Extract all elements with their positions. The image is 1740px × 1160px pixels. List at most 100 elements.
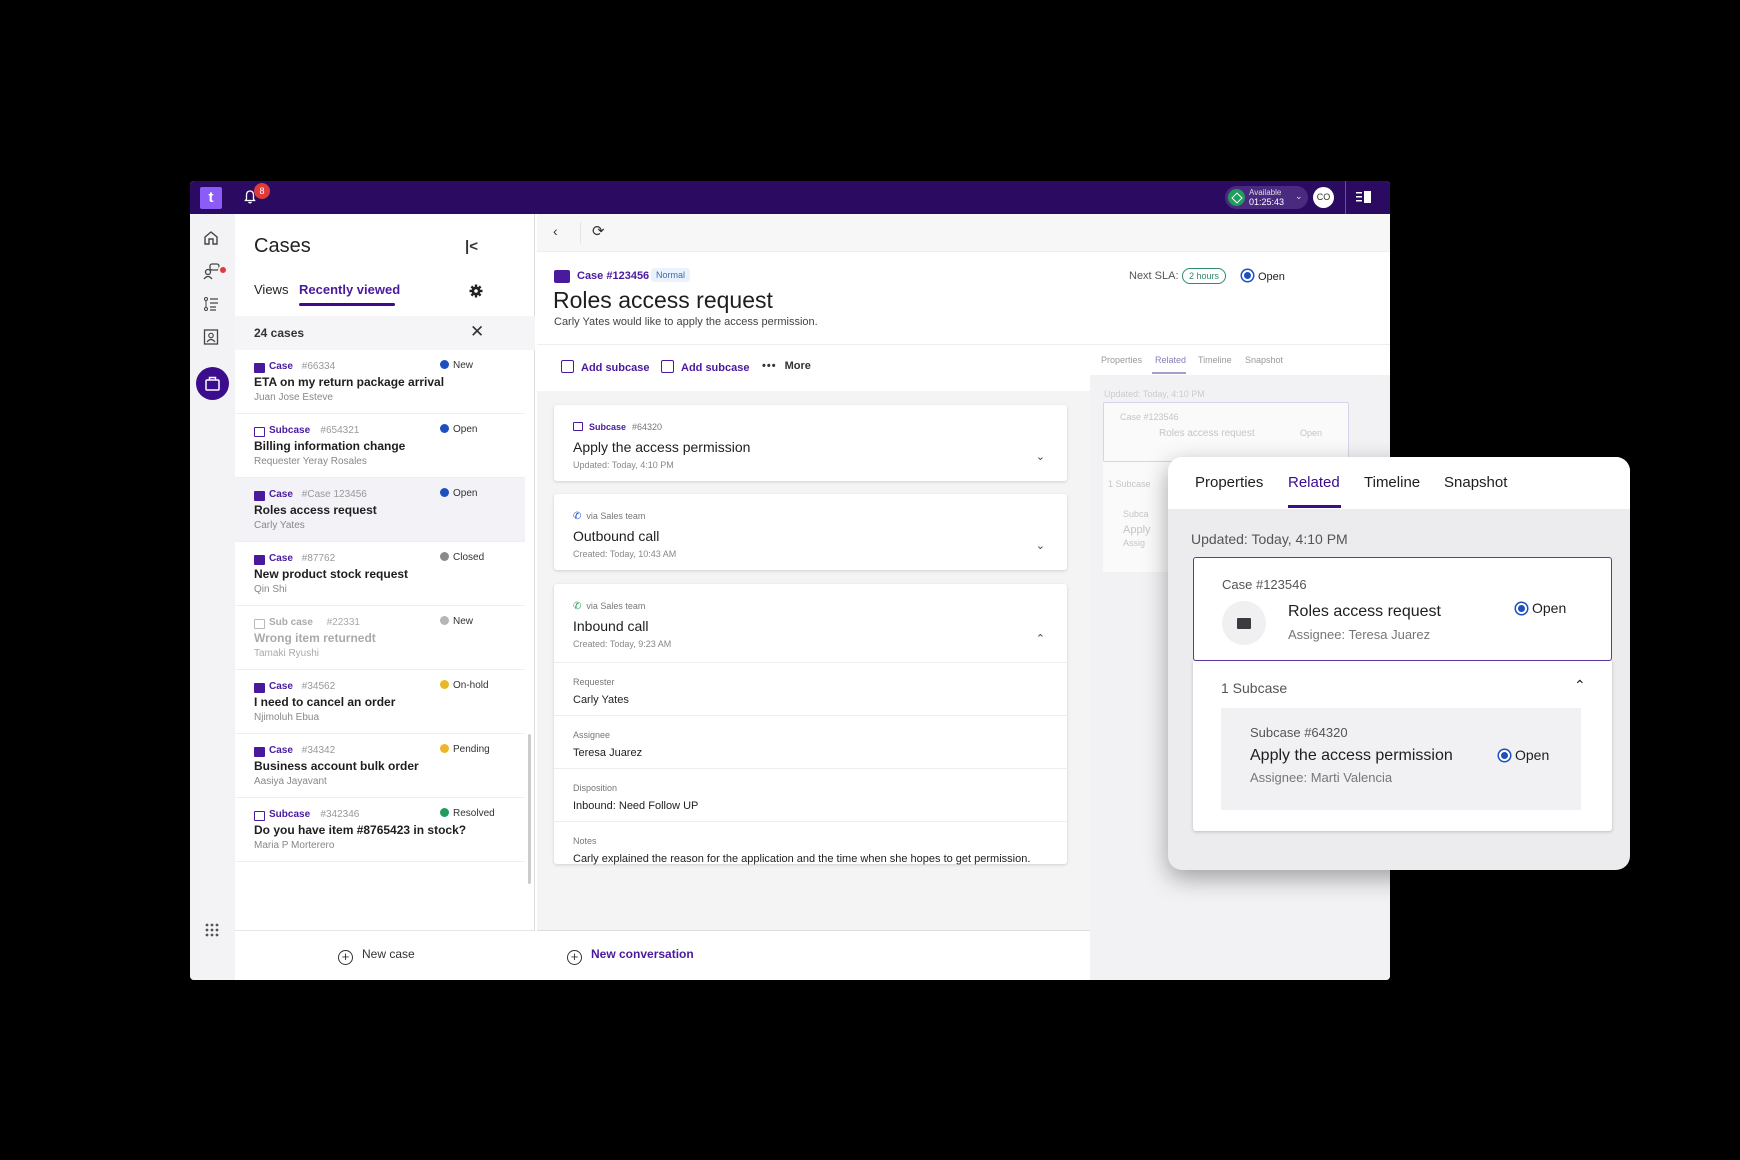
side-case-id: Case #123546 <box>1120 412 1179 422</box>
popup-tab-properties[interactable]: Properties <box>1195 474 1263 491</box>
item-kind: Sub case <box>269 617 313 628</box>
topbar-divider <box>1345 181 1346 214</box>
item-number: #87762 <box>301 553 336 564</box>
status-dot-icon <box>440 424 449 433</box>
item-person: Carly Yates <box>254 520 305 531</box>
item-status: Open <box>440 488 477 499</box>
item-person: Qin Shi <box>254 584 287 595</box>
tab-recently-viewed[interactable]: Recently viewed <box>299 282 400 297</box>
case-list-item[interactable]: Case #Case 123456 Roles access request Carl… <box>235 478 525 542</box>
user-avatar[interactable]: CO <box>1313 187 1334 208</box>
card-title: Apply the access permission <box>573 439 751 455</box>
home-icon[interactable] <box>202 229 222 249</box>
side-panel-toggle-icon[interactable] <box>1356 191 1371 203</box>
outbound-call-card[interactable]: ✆ via Sales team Outbound call Created: T… <box>554 494 1067 570</box>
case-description: Carly Yates would like to apply the acce… <box>554 316 818 328</box>
item-title: I need to cancel an order <box>254 695 396 709</box>
cases-panel: Cases |< Views Recently viewed 24 cases … <box>235 214 535 980</box>
case-list-item[interactable]: Case #87762 New product stock request Qin S… <box>235 542 525 606</box>
field-assignee: Assignee Teresa Juarez <box>554 715 1067 768</box>
field-notes: Notes Carly explained the reason for the… <box>554 821 1067 874</box>
side-subcase-id: Subca <box>1123 509 1149 519</box>
close-icon[interactable]: ✕ <box>470 322 484 342</box>
related-subcase-card[interactable]: Subcase #64320 Apply the access permissi… <box>1221 708 1581 810</box>
side-tab-timeline[interactable]: Timeline <box>1198 355 1232 365</box>
item-kind: Case <box>269 681 293 692</box>
item-kind: Case <box>269 553 293 564</box>
case-list-item[interactable]: Sub case #22331 Wrong item returnedt Tamaki… <box>235 606 525 670</box>
popup-tab-related[interactable]: Related <box>1288 474 1340 491</box>
gear-icon[interactable] <box>469 284 483 298</box>
popup-tab-snapshot[interactable]: Snapshot <box>1444 474 1507 491</box>
new-case-button[interactable]: + New case <box>235 930 535 980</box>
popup-tab-timeline[interactable]: Timeline <box>1364 474 1420 491</box>
item-person: Tamaki Ryushi <box>254 648 320 659</box>
item-person: Juan Jose Esteve <box>254 392 333 403</box>
item-kind: Subcase <box>269 425 311 436</box>
popup-active-tab-indicator <box>1288 505 1341 508</box>
case-icon <box>254 491 265 501</box>
card-time: Created: Today, 10:43 AM <box>573 549 677 559</box>
item-person: Njimoluh Ebua <box>254 712 320 723</box>
item-status: New <box>440 360 473 371</box>
apps-grid-icon[interactable] <box>204 922 220 938</box>
back-arrow-icon[interactable]: ‹ <box>553 223 558 239</box>
app-logo[interactable]: t <box>200 187 222 209</box>
more-button[interactable]: ••• More <box>762 360 811 372</box>
side-subcase-assignee: Assig <box>1123 538 1146 548</box>
item-person: Maria P Morterero <box>254 840 335 851</box>
refresh-icon[interactable]: ⟳ <box>592 222 605 240</box>
case-list-item[interactable]: Case #34562 I need to cancel an order Njimo… <box>235 670 525 734</box>
item-status: Closed <box>440 552 484 563</box>
related-case-card[interactable]: Case #123546 Roles access request Assign… <box>1193 557 1612 661</box>
card-number: #64320 <box>632 422 663 432</box>
field-label: Disposition <box>573 783 618 793</box>
availability-dropdown[interactable]: Available 01:25:43 ⌄ <box>1225 186 1308 209</box>
related-subcase-assignee: Assignee: Marti Valencia <box>1250 770 1393 785</box>
case-list-item[interactable]: Case #34342 Business account bulk order Aas… <box>235 734 525 798</box>
field-value: Inbound: Need Follow UP <box>573 800 699 812</box>
case-list-item[interactable]: Case #66334 ETA on my return package arriv… <box>235 350 525 414</box>
conversations-badge <box>218 265 228 275</box>
subcase-icon <box>254 619 265 629</box>
card-time: Updated: Today, 4:10 PM <box>573 460 674 470</box>
case-list-item[interactable]: Subcase #342346 Do you have item #8765423 … <box>235 798 525 862</box>
side-related-case[interactable]: Case #123546 Roles access request Open <box>1103 402 1349 462</box>
chevron-down-icon[interactable]: ⌄ <box>1036 539 1045 552</box>
status-badge[interactable]: Open <box>1242 270 1285 283</box>
item-kind: Subcase <box>269 809 311 820</box>
popup-tabs: Properties Related Timeline Snapshot <box>1168 457 1630 509</box>
available-status-icon <box>1228 189 1245 206</box>
case-list: Case #66334 ETA on my return package arriv… <box>235 350 525 862</box>
side-tab-related[interactable]: Related <box>1155 355 1186 365</box>
item-title: Business account bulk order <box>254 759 419 773</box>
item-title: Roles access request <box>254 503 377 517</box>
collapse-panel-icon[interactable]: |< <box>465 238 478 255</box>
item-kind: Case <box>269 745 293 756</box>
scrollbar[interactable] <box>528 734 531 884</box>
tab-views[interactable]: Views <box>254 282 288 297</box>
subcase-card[interactable]: Subcase #64320 Apply the access permissio… <box>554 405 1067 481</box>
add-subcase-button[interactable]: Add subcase <box>561 360 649 374</box>
cases-panel-title: Cases <box>254 235 311 257</box>
side-case-status: Open <box>1300 428 1323 438</box>
cases-nav-button[interactable] <box>196 367 229 400</box>
side-tab-properties[interactable]: Properties <box>1101 355 1142 365</box>
chevron-up-icon[interactable]: ⌃ <box>1036 632 1045 645</box>
new-conversation-button[interactable]: + New conversation <box>537 930 1090 980</box>
side-tab-snapshot[interactable]: Snapshot <box>1245 355 1283 365</box>
more-dots-icon: ••• <box>762 360 777 372</box>
tasks-list-icon[interactable] <box>202 295 222 315</box>
chevron-up-icon[interactable]: ⌃ <box>1574 677 1586 694</box>
field-label: Notes <box>573 836 597 846</box>
open-status-icon <box>1516 603 1527 614</box>
side-case-title: Roles access request <box>1159 428 1255 439</box>
chevron-down-icon[interactable]: ⌄ <box>1036 450 1045 463</box>
add-subcase-button-2[interactable]: Add subcase <box>661 360 749 374</box>
case-list-item[interactable]: Subcase #654321 Billing information change… <box>235 414 525 478</box>
side-subcase-count: 1 Subcase <box>1108 479 1151 489</box>
new-case-label: New case <box>362 947 415 961</box>
contacts-icon[interactable] <box>202 328 222 348</box>
case-id: Case #123456 <box>577 270 650 282</box>
action-bar: Add subcase Add subcase ••• More <box>537 345 1090 391</box>
